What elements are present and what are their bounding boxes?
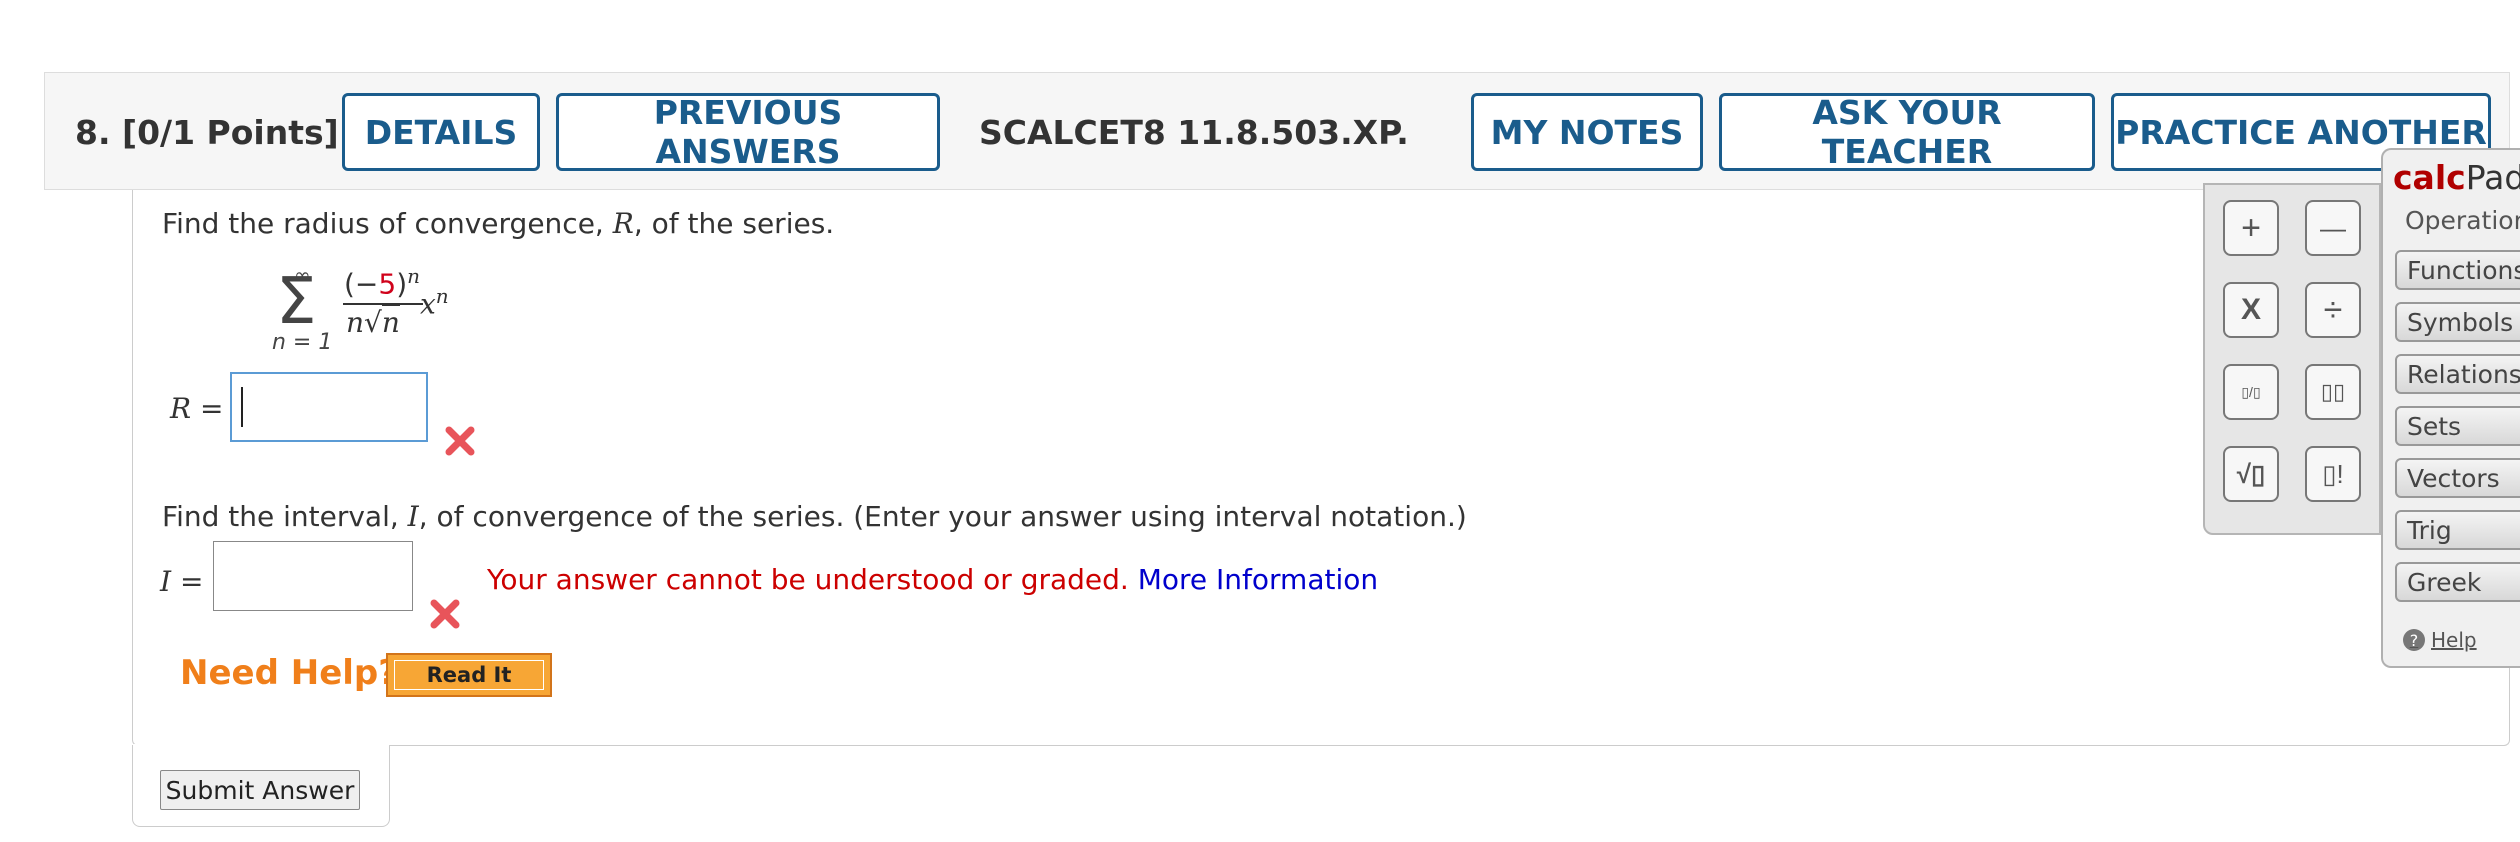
- tab-operations[interactable]: Operations: [2395, 202, 2520, 242]
- tab-vectors[interactable]: Vectors: [2395, 458, 2520, 498]
- plus-key[interactable]: +: [2223, 200, 2279, 256]
- more-information-link[interactable]: More Information: [1138, 563, 1378, 596]
- calcpad-title: calcPad: [2393, 158, 2520, 197]
- help-icon: ?: [2403, 629, 2425, 651]
- need-help-label: Need Help?: [180, 653, 398, 693]
- tab-relations[interactable]: Relations: [2395, 354, 2520, 394]
- text-cursor: [241, 387, 243, 427]
- question-points-label: 8. [0/1 Points]: [75, 113, 339, 152]
- submit-answer-button[interactable]: Submit Answer: [160, 770, 360, 810]
- factorial-key[interactable]: ▯!: [2305, 446, 2361, 502]
- sum-lower-limit: n = 1: [272, 330, 333, 355]
- my-notes-button[interactable]: MY NOTES: [1471, 93, 1703, 171]
- calcpad-panel: calcPad Operations Functions Symbols Rel…: [2381, 148, 2520, 668]
- multiply-key[interactable]: X: [2223, 282, 2279, 338]
- details-button[interactable]: DETAILS: [342, 93, 540, 171]
- interval-prompt: Find the interval, I, of convergence of …: [162, 500, 1467, 533]
- minus-key[interactable]: —: [2305, 200, 2361, 256]
- incorrect-x-icon: [445, 426, 475, 456]
- previous-answers-button[interactable]: PREVIOUS ANSWERS: [556, 93, 940, 171]
- radius-label: R =: [170, 392, 224, 425]
- calcpad-help-link[interactable]: ? Help: [2403, 628, 2477, 652]
- interval-input[interactable]: [213, 541, 413, 611]
- series-numerator: (−5)n: [344, 264, 421, 301]
- calcpad-keypad: + — X ÷ ▯/▯ ▯▯ √▯ ▯!: [2203, 183, 2381, 535]
- sigma-symbol: Σ: [276, 265, 317, 339]
- radius-prompt: Find the radius of convergence, R, of th…: [162, 207, 835, 240]
- tab-sets[interactable]: Sets: [2395, 406, 2520, 446]
- ask-your-teacher-button[interactable]: ASK YOUR TEACHER: [1719, 93, 2095, 171]
- series-x-term: xn: [420, 284, 449, 321]
- divide-key[interactable]: ÷: [2305, 282, 2361, 338]
- series-denominator: n√n: [346, 304, 400, 339]
- question-id: SCALCET8 11.8.503.XP.: [979, 113, 1409, 152]
- tab-trig[interactable]: Trig: [2395, 510, 2520, 550]
- radius-input[interactable]: [230, 372, 428, 442]
- grading-error-message: Your answer cannot be understood or grad…: [487, 563, 1379, 596]
- square-root-key[interactable]: √▯: [2223, 446, 2279, 502]
- interval-label: I =: [160, 565, 204, 598]
- fraction-key[interactable]: ▯/▯: [2223, 364, 2279, 420]
- exponent-key[interactable]: ▯▯: [2305, 364, 2361, 420]
- incorrect-x-icon: [430, 599, 460, 629]
- tab-functions[interactable]: Functions: [2395, 250, 2520, 290]
- tab-symbols[interactable]: Symbols: [2395, 302, 2520, 342]
- tab-greek[interactable]: Greek: [2395, 562, 2520, 602]
- question-header: 8. [0/1 Points] DETAILS PREVIOUS ANSWERS…: [44, 72, 2510, 190]
- read-it-button[interactable]: Read It: [386, 653, 552, 697]
